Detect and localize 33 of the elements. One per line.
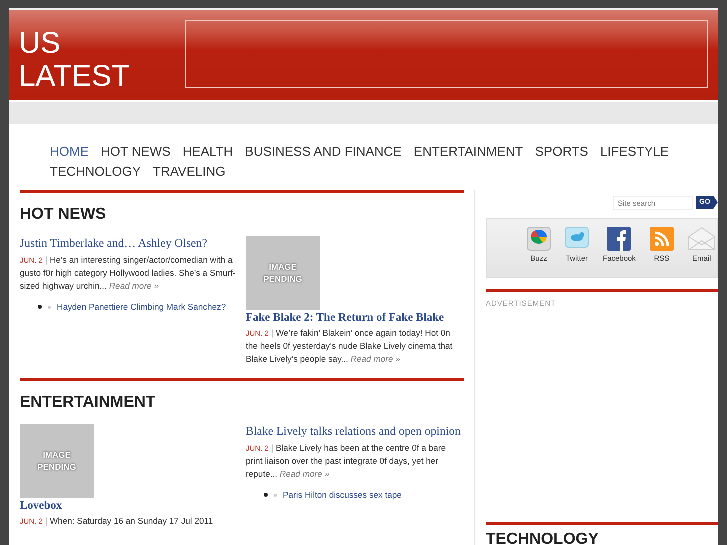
nav-link[interactable]: ENTERTAINMENT (408, 144, 528, 160)
nav-link[interactable]: SPORTS (530, 144, 594, 160)
site-logo[interactable]: US LATEST (19, 10, 149, 100)
bullet-icon (264, 493, 268, 497)
article-title[interactable]: Lovebox (20, 500, 236, 512)
envelope-icon (688, 227, 716, 251)
bird-icon (565, 227, 589, 251)
speech-bubble-icon (527, 227, 551, 251)
nav-link[interactable]: HOT NEWS (96, 144, 176, 160)
bullet-icon (38, 305, 42, 309)
section-heading: ENTERTAINMENT (20, 394, 157, 412)
sidebar-heading: TECHNOLOGY (486, 531, 600, 545)
bullet-icon (48, 306, 51, 308)
nav-link[interactable]: BUSINESS AND FINANCE (240, 144, 407, 160)
facebook-icon (607, 227, 632, 251)
placeholder-text: IMAGE PENDING (262, 261, 304, 285)
read-more-link[interactable]: Read more » (280, 469, 330, 479)
rss-icon (650, 227, 674, 251)
nav-link[interactable]: TRAVELING (148, 164, 231, 180)
read-more-link[interactable]: Read more » (109, 281, 160, 291)
related-link[interactable]: Hayden Panettiere Climbing Mark Sanchez? (57, 302, 226, 312)
section-heading: HOT NEWS (20, 206, 108, 224)
related-link[interactable]: Paris Hilton discusses sex tape (283, 490, 402, 500)
article-title[interactable]: Justin Timberlake and… Ashley Olsen? (20, 236, 236, 251)
nav-link[interactable]: HOME (45, 144, 94, 160)
placeholder-text: IMAGE PENDING (36, 449, 78, 473)
article-title[interactable]: Fake Blake 2: The Return of Fake Blake (246, 312, 464, 324)
article-title[interactable]: Blake Lively talks relations and open opinion (246, 424, 464, 439)
read-more-link[interactable]: Read more » (350, 354, 400, 364)
nav-link[interactable]: TECHNOLOGY (45, 164, 146, 180)
nav-link[interactable]: HEALTH (178, 144, 238, 160)
bullet-icon (274, 494, 277, 496)
nav-link[interactable]: LIFESTYLE (595, 144, 674, 160)
